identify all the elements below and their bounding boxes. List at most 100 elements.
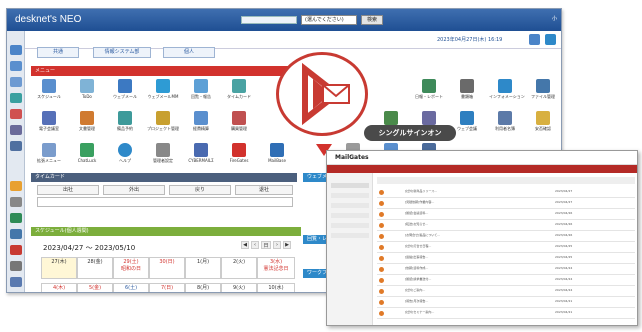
menu-item-equipment[interactable]: 備品予約 — [109, 111, 141, 137]
menu-item-extension[interactable]: 拡張メニュー — [33, 143, 65, 169]
menu-item-todo[interactable]: ToDo — [71, 79, 103, 105]
day-cell[interactable]: 29(土) 昭和の日 — [113, 257, 149, 279]
view-day-button[interactable]: 日 — [261, 241, 271, 249]
menu-item-expense[interactable]: 経費精算 — [185, 111, 217, 137]
menu-item-firegates[interactable]: FireGates — [223, 143, 255, 169]
menu-item-daily-report[interactable]: 日報・レポート — [413, 79, 445, 105]
mail-subject: [お問合せ]製品について… — [405, 233, 441, 237]
menu-item-schedule[interactable]: スケジュール — [33, 79, 65, 105]
help-icon[interactable] — [545, 34, 556, 45]
menu-item-help[interactable]: ヘルプ — [109, 143, 141, 169]
menu-item-conference[interactable]: 電子会議室 — [33, 111, 65, 137]
day-cell[interactable]: 6(土) — [113, 283, 149, 292]
table-row[interactable]: [社外]セミナー案内… 2023/04/21 — [377, 308, 635, 319]
user-name[interactable]: 小 — [552, 15, 557, 22]
return-button[interactable]: 戻り — [169, 185, 231, 195]
day-cell[interactable]: 30(日) — [149, 257, 185, 279]
firegates-icon — [232, 143, 246, 157]
app-logo[interactable]: desknet's NEO — [15, 14, 81, 25]
next-day-button[interactable]: › — [273, 241, 281, 249]
day-cell[interactable]: 5(金) — [77, 283, 113, 292]
search-button[interactable]: 検索 — [361, 15, 383, 25]
table-row[interactable]: [見積依頼]作業内容… 2023/04/27 — [377, 198, 635, 209]
schedule-header: スケジュール(個人週間) — [31, 227, 301, 236]
menu-item-doc-management[interactable]: 文書管理 — [71, 111, 103, 137]
portal-icon[interactable] — [10, 45, 22, 55]
search-input[interactable] — [241, 16, 297, 24]
mail-date: 2023/04/26 — [555, 211, 573, 215]
board-icon[interactable] — [10, 229, 22, 239]
table-row[interactable]: [依頼]資料作成… 2023/04/24 — [377, 264, 635, 275]
table-row[interactable]: [報告]月次報告… 2023/04/21 — [377, 297, 635, 308]
mailgates-icon[interactable] — [10, 245, 22, 255]
search-scope-select[interactable]: (選んでください) — [301, 15, 357, 25]
day-cell[interactable]: 1(月) — [185, 257, 221, 279]
clock-in-button[interactable]: 出社 — [37, 185, 99, 195]
day-cell[interactable]: 3(水) 憲法記念日 — [257, 257, 295, 279]
status-icon — [379, 212, 384, 217]
menu-item-user-directory[interactable]: 利用者名簿 — [489, 111, 521, 137]
tab-common[interactable]: 共通 — [37, 47, 79, 58]
table-row[interactable]: [お問合せ]製品について… 2023/04/26 — [377, 231, 635, 242]
menu-item-chatluck[interactable]: ChatLuck — [71, 143, 103, 169]
table-row[interactable]: [連絡]出張報告… 2023/04/25 — [377, 253, 635, 264]
go-out-button[interactable]: 外出 — [103, 185, 165, 195]
notification-icon[interactable] — [529, 34, 540, 45]
todo-icon — [80, 79, 94, 93]
day-cell[interactable]: 4(木) — [41, 283, 77, 292]
prev-week-button[interactable]: ◀ — [241, 241, 249, 249]
day-cell[interactable]: 9(火) — [221, 283, 257, 292]
calendar-icon[interactable] — [10, 61, 22, 71]
next-week-button[interactable]: ▶ — [283, 241, 291, 249]
table-row[interactable]: [転送]お知らせ… 2023/04/26 — [377, 220, 635, 231]
table-row[interactable]: [確認]請求書送付… 2023/04/24 — [377, 275, 635, 286]
day-cell[interactable]: 2(火) — [221, 257, 257, 279]
day-cell[interactable]: 7(日) — [149, 283, 185, 292]
doc-icon[interactable] — [10, 213, 22, 223]
day-cell[interactable]: 10(水) — [257, 283, 295, 292]
day-cell[interactable]: 28(金) — [77, 257, 113, 279]
table-row[interactable]: [社外]ご案内… 2023/04/24 — [377, 286, 635, 297]
menu-item-file-manager[interactable]: ファイル管理 — [527, 79, 559, 105]
menu-item-circular[interactable]: 回覧・報告 — [185, 79, 217, 105]
menu-item-safety[interactable]: 安否確認 — [527, 111, 559, 137]
cabinet-icon — [422, 111, 436, 125]
tab-info-system[interactable]: 情報システム部 — [93, 47, 151, 58]
prev-day-button[interactable]: ‹ — [251, 241, 259, 249]
mailgates-logo[interactable]: MailGates — [335, 154, 369, 161]
table-row[interactable]: [確認]会議資料… 2023/04/26 — [377, 209, 635, 220]
menu-item-purchase[interactable]: 購買管理 — [223, 111, 255, 137]
menu-item-cybermail[interactable]: CYBERMAILΣ — [185, 143, 217, 169]
menu-item-webmail-mm[interactable]: ウェブメールMM — [147, 79, 179, 105]
video-icon[interactable] — [10, 141, 22, 151]
menu-item-admin[interactable]: 管理者設定 — [147, 143, 179, 169]
info-icon[interactable] — [10, 277, 22, 287]
tab-personal[interactable]: 個人 — [163, 47, 215, 58]
settings-icon[interactable] — [10, 261, 22, 271]
extension-icon — [42, 143, 56, 157]
menu-item-timecard[interactable]: タイムカード — [223, 79, 255, 105]
help-icon — [118, 143, 132, 157]
menu-item-mailbase[interactable]: MailBase — [261, 143, 293, 169]
print-icon[interactable] — [10, 197, 22, 207]
table-row[interactable]: [社外]新商品リリース… 2023/04/27 — [377, 187, 635, 198]
folder-icon[interactable] — [10, 181, 22, 191]
mail-icon[interactable] — [10, 77, 22, 87]
file-icon[interactable] — [10, 109, 22, 119]
menu-item-information[interactable]: インフォメーション — [489, 79, 525, 105]
chart-icon[interactable] — [10, 93, 22, 103]
day-cell[interactable]: 8(月) — [185, 283, 221, 292]
menu-item-webmail[interactable]: ウェブメール — [109, 79, 141, 105]
clock-out-button[interactable]: 退社 — [235, 185, 293, 195]
sso-label: シングルサインオン — [364, 125, 456, 141]
table-row[interactable]: [社外]打合せ日程… 2023/04/25 — [377, 242, 635, 253]
conference-icon — [42, 111, 56, 125]
day-cell[interactable]: 27(木) — [41, 257, 77, 279]
users-icon[interactable] — [10, 125, 22, 135]
menu-item-project[interactable]: プロジェクト管理 — [147, 111, 179, 137]
mail-subject: [報告]月次報告… — [405, 299, 429, 303]
mail-date: 2023/04/24 — [555, 277, 573, 281]
mail-date: 2023/04/25 — [555, 255, 573, 259]
mail-date: 2023/04/27 — [555, 189, 573, 193]
menu-item-document-box[interactable]: 書類箱 — [451, 79, 483, 105]
